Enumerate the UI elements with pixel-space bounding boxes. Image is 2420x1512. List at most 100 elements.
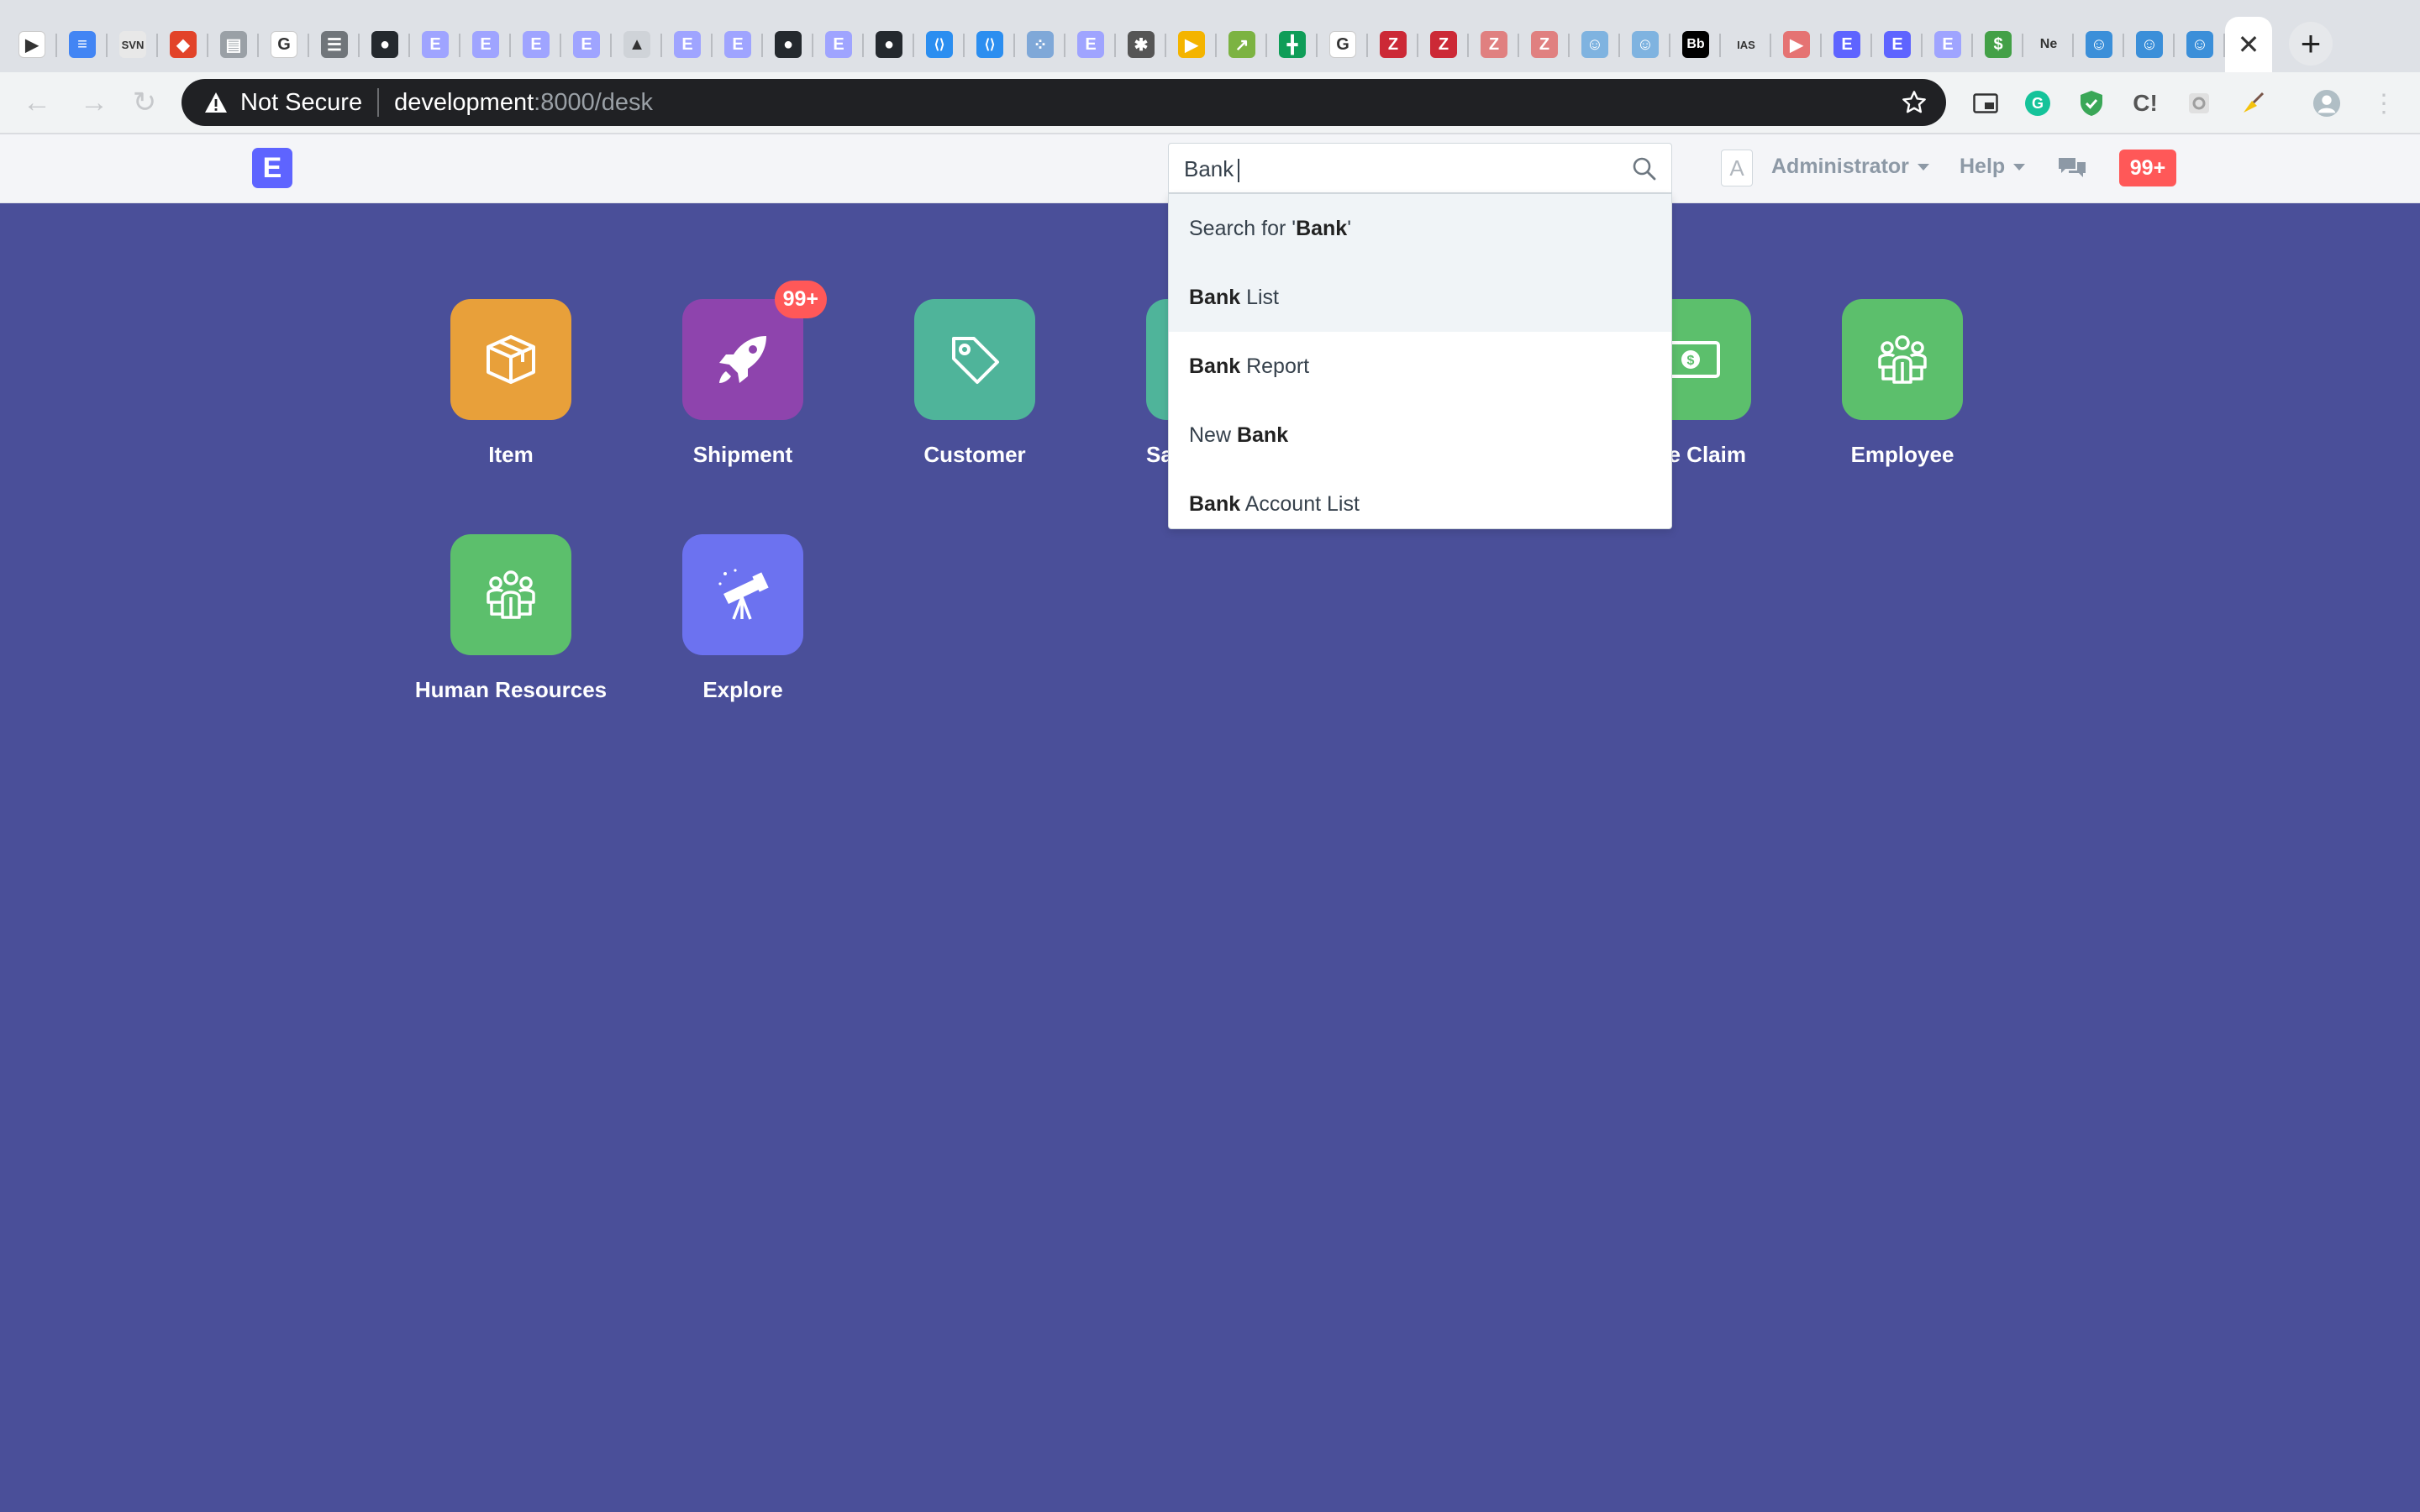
search-suggestion[interactable]: Bank Account List — [1169, 470, 1671, 528]
ias-icon: IAS — [1733, 31, 1760, 58]
desk-module-explore[interactable]: Explore — [634, 534, 852, 703]
suggestion-text: New — [1189, 423, 1237, 447]
browser-tab[interactable]: Ne — [2023, 18, 2074, 71]
profile-avatar-icon[interactable] — [2312, 89, 2341, 118]
browser-tab[interactable]: ☺ — [2074, 18, 2124, 71]
active-tab[interactable]: ✕ — [2225, 17, 2272, 72]
browser-menu-icon[interactable]: ⋮ — [2370, 89, 2398, 118]
user-menu[interactable]: Administrator — [1771, 155, 1929, 179]
close-tab-icon[interactable]: ✕ — [2238, 29, 2260, 60]
awesome-bar[interactable] — [1168, 143, 1672, 193]
browser-tab[interactable]: E — [1065, 18, 1116, 71]
browser-tab[interactable]: ▲ — [612, 18, 662, 71]
browser-tab[interactable]: G — [259, 18, 309, 71]
shield-icon[interactable] — [2077, 89, 2106, 118]
search-suggestion[interactable]: Bank Report — [1169, 332, 1671, 401]
desk-module-item[interactable]: Item — [402, 299, 620, 468]
search-icon[interactable] — [1631, 155, 1658, 182]
browser-tab[interactable]: ☰ — [309, 18, 360, 71]
browser-tab[interactable]: ⟨⟩ — [914, 18, 965, 71]
suggestion-match: Bank — [1189, 491, 1241, 516]
telescope-icon — [713, 565, 772, 624]
chat-icon[interactable] — [2057, 155, 2087, 181]
browser-tab[interactable]: ☺ — [1570, 18, 1620, 71]
browser-tab[interactable]: ⁘ — [1015, 18, 1065, 71]
help-menu[interactable]: Help — [1960, 155, 2026, 179]
browser-tab[interactable]: ▤ — [208, 18, 259, 71]
address-bar[interactable]: Not Secure development:8000/desk — [182, 79, 1946, 126]
browser-tab[interactable]: E — [813, 18, 864, 71]
reload-icon[interactable]: ↻ — [128, 86, 161, 119]
browser-tab[interactable]: ● — [763, 18, 813, 71]
desk-module-employee[interactable]: Employee — [1793, 299, 2012, 468]
browser-tab[interactable]: ╋ — [1267, 18, 1318, 71]
erpnext-logo[interactable]: E — [252, 148, 292, 188]
desk-module-human-resources[interactable]: Human Resources — [402, 534, 620, 703]
browser-tab[interactable]: Z — [1469, 18, 1519, 71]
picture-in-picture-icon[interactable] — [1971, 89, 2000, 118]
desk-module-customer[interactable]: Customer — [865, 299, 1084, 468]
browser-tab[interactable]: ☺ — [2175, 18, 2225, 71]
people-icon — [1873, 330, 1932, 389]
broom-icon[interactable] — [2238, 89, 2267, 118]
module-tile[interactable] — [1842, 299, 1963, 420]
avatar[interactable]: A — [1721, 150, 1753, 186]
module-label: Customer — [923, 442, 1026, 467]
bookmark-star-icon[interactable] — [1901, 89, 1928, 116]
desk-module-shipment[interactable]: 99+ Shipment — [634, 281, 852, 468]
browser-tab[interactable]: E — [511, 18, 561, 71]
browser-tab[interactable]: E — [1923, 18, 1973, 71]
module-badge: 99+ — [774, 281, 827, 318]
browser-tab[interactable]: ▶ — [7, 18, 57, 71]
module-tile[interactable] — [450, 534, 571, 655]
module-tile[interactable] — [450, 299, 571, 420]
browser-tab[interactable]: ⟨⟩ — [965, 18, 1015, 71]
browser-tab[interactable]: ↗ — [1217, 18, 1267, 71]
erp-icon: E — [523, 31, 550, 58]
browser-tab[interactable]: E — [713, 18, 763, 71]
browser-tab[interactable]: Bb — [1670, 18, 1721, 71]
help-menu-label: Help — [1960, 155, 2006, 178]
security-label[interactable]: Not Secure — [240, 89, 362, 117]
browser-tab[interactable]: Z — [1368, 18, 1418, 71]
module-tile[interactable]: 99+ — [682, 281, 827, 420]
browser-tab[interactable]: IAS — [1721, 18, 1771, 71]
search-suggestion[interactable]: Bank List — [1169, 263, 1671, 332]
browser-tab[interactable]: E — [410, 18, 460, 71]
browser-tab[interactable]: ☺ — [2124, 18, 2175, 71]
search-input[interactable] — [1184, 154, 1604, 184]
notifications-badge[interactable]: 99+ — [2119, 150, 2176, 186]
browser-tab[interactable]: E — [662, 18, 713, 71]
code-extension-icon[interactable]: C! — [2131, 89, 2160, 118]
browser-tab[interactable]: E — [561, 18, 612, 71]
github-icon: ● — [775, 31, 802, 58]
browser-tab[interactable]: ▶ — [1771, 18, 1822, 71]
browser-tab[interactable]: SVN — [108, 18, 158, 71]
bb-icon: Bb — [1682, 31, 1709, 58]
browser-tab[interactable]: ✱ — [1116, 18, 1166, 71]
module-tile[interactable] — [914, 299, 1035, 420]
browser-tab[interactable]: ≡ — [57, 18, 108, 71]
browser-tab[interactable]: Z — [1519, 18, 1570, 71]
browser-tab[interactable]: ☺ — [1620, 18, 1670, 71]
search-suggestion[interactable]: New Bank — [1169, 401, 1671, 470]
browser-tab[interactable]: ● — [864, 18, 914, 71]
browser-tab[interactable]: E — [460, 18, 511, 71]
browser-tab[interactable]: ◆ — [158, 18, 208, 71]
browser-tab[interactable]: E — [1822, 18, 1872, 71]
browser-tab[interactable]: G — [1318, 18, 1368, 71]
browser-tab[interactable]: E — [1872, 18, 1923, 71]
browser-tab[interactable]: Z — [1418, 18, 1469, 71]
svg-text:G: G — [2032, 95, 2044, 112]
gear-extension-icon[interactable] — [2185, 89, 2213, 118]
back-icon[interactable]: ← — [20, 86, 54, 119]
forward-icon[interactable]: → — [77, 86, 111, 119]
search-suggestion[interactable]: Search for ' Bank ' — [1169, 194, 1671, 263]
grammarly-icon[interactable]: G — [2023, 89, 2052, 118]
browser-tab[interactable]: ▶ — [1166, 18, 1217, 71]
new-tab-button[interactable]: + — [2289, 22, 2333, 66]
browser-tab[interactable]: ● — [360, 18, 410, 71]
browser-tab[interactable]: $ — [1973, 18, 2023, 71]
module-tile[interactable] — [682, 534, 803, 655]
warning-icon[interactable] — [202, 88, 230, 117]
